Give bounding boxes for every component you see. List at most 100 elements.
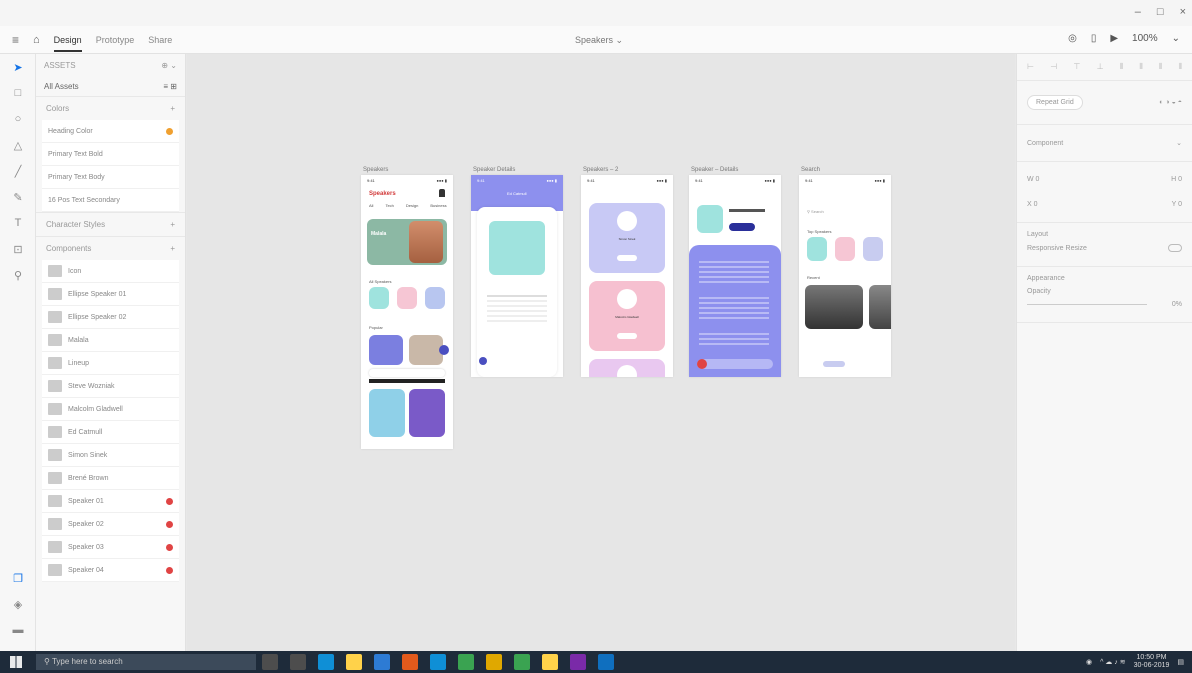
taskbar-app-icon[interactable] — [458, 654, 474, 670]
component-item[interactable]: Malcolm Gladwell — [42, 398, 179, 421]
component-item[interactable]: Ellipse Speaker 01 — [42, 283, 179, 306]
taskbar-clock[interactable]: 10:50 PM 30-06-2019 — [1134, 654, 1170, 670]
color-asset-item[interactable]: Primary Text Bold — [42, 143, 179, 166]
profile-icon[interactable] — [439, 189, 445, 197]
add-icon[interactable]: + — [170, 220, 175, 229]
text-tool-icon[interactable]: T — [0, 210, 36, 236]
width-field[interactable]: W 0 — [1027, 176, 1039, 183]
speaker-thumb[interactable] — [397, 287, 417, 309]
component-item[interactable]: Speaker 01 — [42, 490, 179, 513]
home-icon[interactable]: ⌂ — [33, 34, 40, 46]
assets-filter[interactable]: All Assets ≡ ⊞ — [36, 76, 185, 96]
follow-toggle[interactable] — [617, 255, 637, 261]
artboard-title[interactable]: Speaker – Details — [691, 167, 738, 173]
speaker-card[interactable] — [409, 335, 443, 365]
artboard-title[interactable]: Speakers – 2 — [583, 167, 618, 173]
artboard-title[interactable]: Search — [801, 167, 820, 173]
line-tool-icon[interactable]: ╱ — [0, 158, 36, 184]
tab-bar[interactable] — [369, 369, 445, 377]
ellipse-tool-icon[interactable]: ○ — [0, 106, 36, 132]
speaker-thumb[interactable] — [807, 237, 827, 261]
component-item[interactable]: Icon — [42, 260, 179, 283]
artboard-title[interactable]: Speaker Details — [473, 167, 515, 173]
taskbar-app-icon[interactable] — [430, 654, 446, 670]
taskbar-app-icon[interactable] — [542, 654, 558, 670]
view-toggle-icon[interactable]: ≡ ⊞ — [163, 82, 177, 91]
rectangle-tool-icon[interactable]: □ — [0, 80, 36, 106]
plugins-icon[interactable]: ▬ — [0, 617, 36, 643]
height-field[interactable]: H 0 — [1171, 176, 1182, 183]
align-center-icon[interactable]: ⊣ — [1050, 62, 1057, 72]
component-item[interactable]: Speaker 02 — [42, 513, 179, 536]
taskbar-app-icon[interactable] — [514, 654, 530, 670]
taskbar-app-icon[interactable] — [290, 654, 306, 670]
speaker-card[interactable]: Malcolm Gladwell — [589, 281, 665, 351]
tab-all[interactable]: All — [369, 203, 373, 208]
notifications-icon[interactable]: ▤ — [1177, 658, 1184, 666]
taskbar-app-icon[interactable] — [346, 654, 362, 670]
align-left-icon[interactable]: ⊢ — [1027, 62, 1034, 72]
y-field[interactable]: Y 0 — [1172, 201, 1182, 208]
speaker-thumb[interactable] — [369, 287, 389, 309]
color-asset-item[interactable]: Heading Color — [42, 120, 179, 143]
follow-button[interactable] — [729, 223, 755, 231]
polygon-tool-icon[interactable]: △ — [0, 132, 36, 158]
distribute-icon[interactable]: ⫴ — [1179, 62, 1182, 72]
taskbar-app-icon[interactable] — [402, 654, 418, 670]
document-title[interactable]: Speakers ⌄ — [575, 35, 623, 46]
speaker-thumb[interactable] — [425, 287, 445, 309]
repeat-grid-button[interactable]: Repeat Grid — [1027, 95, 1083, 110]
tab-prototype[interactable]: Prototype — [96, 35, 135, 45]
artboard-speaker-details-2[interactable]: 9:41 ●●● ▮ — [689, 175, 781, 377]
artboard-tool-icon[interactable]: ⊡ — [0, 236, 36, 262]
recent-photo[interactable] — [805, 285, 863, 329]
component-item[interactable]: Lineup — [42, 352, 179, 375]
speaker-thumb[interactable] — [835, 237, 855, 261]
close-button[interactable]: × — [1180, 6, 1186, 18]
component-item[interactable]: Ellipse Speaker 02 — [42, 306, 179, 329]
zoom-tool-icon[interactable]: ⚲ — [0, 262, 36, 288]
follow-toggle[interactable] — [617, 333, 637, 339]
taskbar-app-icon[interactable] — [486, 654, 502, 670]
component-item[interactable]: Steve Wozniak — [42, 375, 179, 398]
user-icon[interactable]: ◎ — [1068, 33, 1077, 44]
speaker-card[interactable]: Simon Sinek — [589, 203, 665, 273]
align-top-icon[interactable]: ⊥ — [1097, 62, 1104, 72]
distribute-icon[interactable]: ⫴ — [1120, 62, 1123, 72]
taskbar-app-icon[interactable] — [374, 654, 390, 670]
artboard-speakers[interactable]: 9:41 ●●● ▮ Speakers All Tech Design Busin… — [361, 175, 453, 449]
select-tool-icon[interactable]: ➤ — [0, 54, 36, 80]
tab-design[interactable]: Design — [406, 203, 418, 208]
artboard-speakers-2[interactable]: 9:41 ●●● ▮ Simon Sinek Malcolm Gladwell — [581, 175, 673, 377]
taskbar-app-icon[interactable] — [598, 654, 614, 670]
responsive-resize-toggle[interactable] — [1168, 244, 1182, 252]
component-item[interactable]: Speaker 04 — [42, 559, 179, 582]
minimize-button[interactable]: – — [1135, 6, 1141, 18]
taskbar-app-icon[interactable] — [318, 654, 334, 670]
add-icon[interactable]: + — [170, 104, 175, 113]
distribute-icon[interactable]: ⫴ — [1139, 62, 1142, 72]
speaker-card[interactable] — [409, 389, 445, 437]
zoom-level[interactable]: 100% — [1132, 33, 1158, 44]
play-button[interactable] — [479, 357, 487, 365]
components-section[interactable]: Components + — [36, 236, 185, 260]
chevron-down-icon[interactable]: ⌄ — [1176, 139, 1182, 147]
audio-player[interactable] — [697, 359, 773, 369]
component-item[interactable]: Malala — [42, 329, 179, 352]
opacity-value[interactable]: 0% — [1172, 301, 1182, 308]
speaker-card[interactable] — [589, 359, 665, 377]
network-icon[interactable]: ◉ — [1086, 658, 1092, 666]
design-canvas[interactable]: Speakers 9:41 ●●● ▮ Speakers All Tech Des… — [187, 54, 1015, 651]
mobile-preview-icon[interactable]: ▯ — [1091, 33, 1097, 44]
component-item[interactable]: Simon Sinek — [42, 444, 179, 467]
taskbar-app-icon[interactable] — [570, 654, 586, 670]
add-icon[interactable]: + — [170, 244, 175, 253]
speaker-card[interactable] — [369, 389, 405, 437]
search-field[interactable]: ⚲ Search — [807, 209, 824, 214]
tab-tech[interactable]: Tech — [385, 203, 393, 208]
record-icon[interactable] — [697, 359, 707, 369]
align-right-icon[interactable]: ⊤ — [1073, 62, 1080, 72]
tab-share[interactable]: Share — [148, 35, 172, 45]
active-tab[interactable] — [823, 361, 845, 367]
featured-speaker-card[interactable]: Malala — [367, 219, 447, 265]
